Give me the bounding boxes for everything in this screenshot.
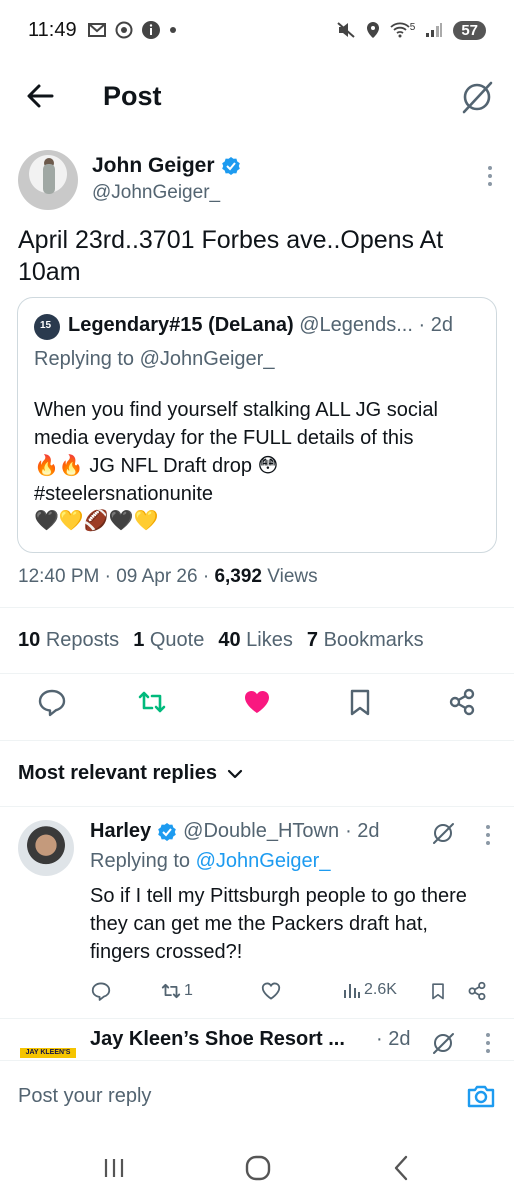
bookmark-icon[interactable] xyxy=(428,980,448,1002)
verified-badge-icon xyxy=(221,157,240,175)
top-app-bar: Post xyxy=(0,66,514,128)
reply-input-placeholder[interactable]: Post your reply xyxy=(18,1085,151,1108)
reply-sort-label: Most relevant replies xyxy=(18,762,217,784)
repost-icon[interactable] xyxy=(136,686,168,718)
more-options-icon[interactable] xyxy=(484,1032,492,1054)
quoted-author-name: Legendary#15 (DeLana) xyxy=(68,314,294,336)
analytics-icon xyxy=(344,984,360,998)
reply-author-name[interactable]: Jay Kleen’s Shoe Resort ... xyxy=(90,1028,345,1051)
back-icon[interactable] xyxy=(388,1154,416,1182)
views-label: Views xyxy=(267,566,318,587)
quoted-emoji-row: 🖤💛🏈🖤💛 xyxy=(34,508,159,534)
quoted-author-avatar xyxy=(34,314,60,340)
bookmarks-stat[interactable]: 7 Bookmarks xyxy=(307,629,424,652)
divider xyxy=(0,607,514,608)
system-icons: 5 57 xyxy=(336,20,486,40)
quoted-text-line-2: 🔥🔥 JG NFL Draft drop 😳 xyxy=(34,455,279,477)
status-bar: 11:49 5 57 xyxy=(0,0,514,60)
divider xyxy=(0,673,514,674)
quoted-replying-to: Replying to @JohnGeiger_ xyxy=(34,348,275,370)
quoted-post-time: · 2d xyxy=(418,314,453,336)
quotes-stat[interactable]: 1 Quote xyxy=(133,629,204,652)
camera-icon[interactable] xyxy=(466,1081,496,1111)
reply-time: · 2d xyxy=(376,1028,411,1050)
quoted-author-handle: @Legends... xyxy=(299,314,413,336)
divider xyxy=(0,1018,514,1019)
engagement-stats: 10 Reposts 1 Quote 40 Likes 7 Bookmarks xyxy=(18,629,424,652)
like-icon[interactable] xyxy=(260,980,282,1002)
reply-icon[interactable] xyxy=(36,686,68,718)
reply-text: So if I tell my Pittsburgh people to go … xyxy=(90,885,467,963)
author-handle[interactable]: @JohnGeiger_ xyxy=(92,182,220,204)
bookmark-icon[interactable] xyxy=(344,686,376,718)
reply-replying-to: Replying to @JohnGeiger_ xyxy=(90,850,331,872)
reply-views-button[interactable]: 2.6K xyxy=(342,980,397,1000)
back-arrow-icon[interactable] xyxy=(22,78,58,114)
system-navigation-bar xyxy=(0,1134,514,1200)
reply-author-logo: JAY KLEEN'S xyxy=(20,1048,76,1058)
quoted-emojis: 🖤💛🏈🖤💛 xyxy=(34,510,159,532)
reposts-stat[interactable]: 10 Reposts xyxy=(18,629,119,652)
more-options-icon[interactable] xyxy=(486,164,494,188)
like-icon[interactable] xyxy=(241,686,273,718)
reply-icon[interactable] xyxy=(90,980,112,1002)
page-title: Post xyxy=(103,81,162,111)
post-meta: 12:40 PM · 09 Apr 26 · 6,392 Views xyxy=(18,566,318,587)
views-count: 6,392 xyxy=(214,566,262,587)
dot-icon xyxy=(169,27,176,33)
battery-indicator: 57 xyxy=(453,20,486,40)
author-avatar[interactable] xyxy=(18,150,78,210)
grok-icon[interactable] xyxy=(430,1030,456,1056)
more-options-icon[interactable] xyxy=(484,824,492,846)
share-icon[interactable] xyxy=(466,980,488,1002)
reply-time: · 2d xyxy=(345,820,380,842)
reply-author-name[interactable]: Harley xyxy=(90,820,151,843)
home-icon[interactable] xyxy=(244,1154,272,1182)
replying-to-link[interactable]: @JohnGeiger_ xyxy=(196,850,331,872)
quoted-text-line-3: #steelersnationunite xyxy=(34,483,214,505)
post-action-bar xyxy=(0,686,514,726)
signal-icon xyxy=(426,23,443,37)
reply-action-bar: 1 2.6K xyxy=(90,980,496,1006)
author-name-row[interactable]: John Geiger xyxy=(92,154,241,178)
chevron-down-icon xyxy=(227,769,243,778)
post-date: 09 Apr 26 xyxy=(116,566,198,587)
divider xyxy=(0,806,514,807)
reply-views-count: 2.6K xyxy=(364,981,397,998)
quoted-post-card[interactable]: Legendary#15 (DeLana) @Legends... · 2d R… xyxy=(17,297,497,553)
divider xyxy=(0,740,514,741)
recent-apps-icon[interactable] xyxy=(100,1154,128,1182)
reply-author-avatar[interactable] xyxy=(18,820,74,876)
chrome-icon xyxy=(115,21,133,39)
share-icon[interactable] xyxy=(446,686,478,718)
quoted-author-row: Legendary#15 (DeLana) @Legends... · 2d xyxy=(68,314,453,337)
notification-icons xyxy=(87,20,177,40)
quoted-post-text: When you find yourself stalking ALL JG s… xyxy=(34,396,484,508)
gmail-icon xyxy=(87,23,106,37)
reply-composer[interactable]: Post your reply xyxy=(0,1060,514,1134)
reply-author-handle[interactable]: @Double_HTown xyxy=(183,820,339,843)
reply-repost-count: 1 xyxy=(184,982,193,999)
wifi-band-label: 5 xyxy=(409,22,416,33)
reply-sort-dropdown[interactable]: Most relevant replies xyxy=(18,762,243,785)
post-text: April 23rd..3701 Forbes ave..Opens At 10… xyxy=(18,226,444,286)
quoted-text-line-1: When you find yourself stalking ALL JG s… xyxy=(34,399,438,449)
info-icon xyxy=(141,21,160,39)
reply-repost-button[interactable]: 1 xyxy=(160,980,193,1002)
likes-stat[interactable]: 40 Likes xyxy=(218,629,293,652)
mute-icon xyxy=(337,22,355,38)
reply-author-row: Harley @Double_HTown · 2d xyxy=(90,820,380,843)
reply-item[interactable]: JAY KLEEN'S Jay Kleen’s Shoe Resort ... … xyxy=(18,1028,496,1058)
repost-icon xyxy=(161,983,181,999)
verified-badge-icon xyxy=(158,822,176,841)
status-time: 11:49 xyxy=(28,18,77,41)
grok-icon[interactable] xyxy=(458,78,496,116)
location-icon xyxy=(366,22,379,38)
author-name: John Geiger xyxy=(92,154,215,177)
post-time: 12:40 PM xyxy=(18,566,100,587)
grok-icon[interactable] xyxy=(430,820,456,846)
wifi-icon: 5 xyxy=(390,22,416,38)
